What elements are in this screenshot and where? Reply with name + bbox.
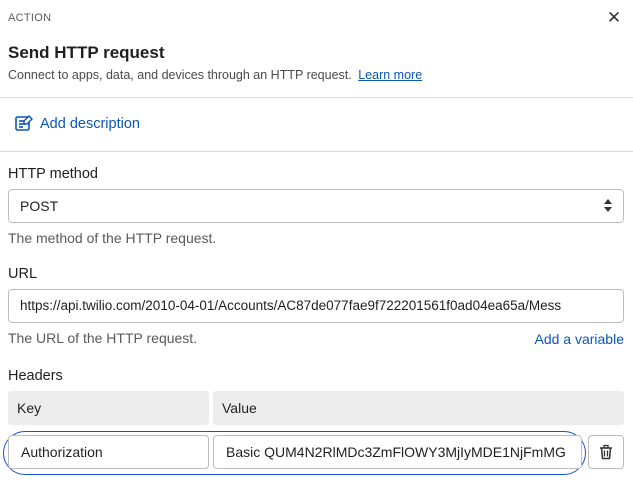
add-description-button[interactable]: Add description <box>14 114 140 134</box>
learn-more-link[interactable]: Learn more <box>358 68 422 82</box>
headers-label: Headers <box>8 368 63 384</box>
panel-eyebrow: ACTION <box>8 12 52 24</box>
url-label: URL <box>8 266 38 282</box>
http-method-help: The method of the HTTP request. <box>8 230 217 246</box>
panel-header: ACTION ✕ Send HTTP request Connect to ap… <box>0 0 633 98</box>
description-row: Add description <box>0 98 633 152</box>
add-description-label: Add description <box>40 116 140 132</box>
http-method-select[interactable]: POST <box>8 189 624 223</box>
http-method-value: POST <box>20 198 59 214</box>
url-help: The URL of the HTTP request. <box>8 330 198 346</box>
header-value-input[interactable]: Basic QUM4N2RlMDc3ZmFlOWY3MjIyMDE1NjFmMG <box>213 435 582 469</box>
delete-header-button[interactable] <box>588 435 624 469</box>
add-variable-link[interactable]: Add a variable <box>534 331 624 347</box>
http-method-label: HTTP method <box>8 166 98 182</box>
url-input[interactable]: https://api.twilio.com/2010-04-01/Accoun… <box>8 289 624 323</box>
subtitle-text: Connect to apps, data, and devices throu… <box>8 68 352 82</box>
headers-column-value: Value <box>213 391 624 425</box>
header-key-input[interactable]: Authorization <box>8 435 209 469</box>
panel-title: Send HTTP request <box>8 43 165 62</box>
notes-icon <box>15 115 33 131</box>
panel-subtitle: Connect to apps, data, and devices throu… <box>8 68 422 82</box>
chevron-updown-icon <box>603 199 613 213</box>
trash-icon <box>600 444 612 460</box>
headers-column-key: Key <box>8 391 209 425</box>
close-icon[interactable]: ✕ <box>604 9 624 29</box>
